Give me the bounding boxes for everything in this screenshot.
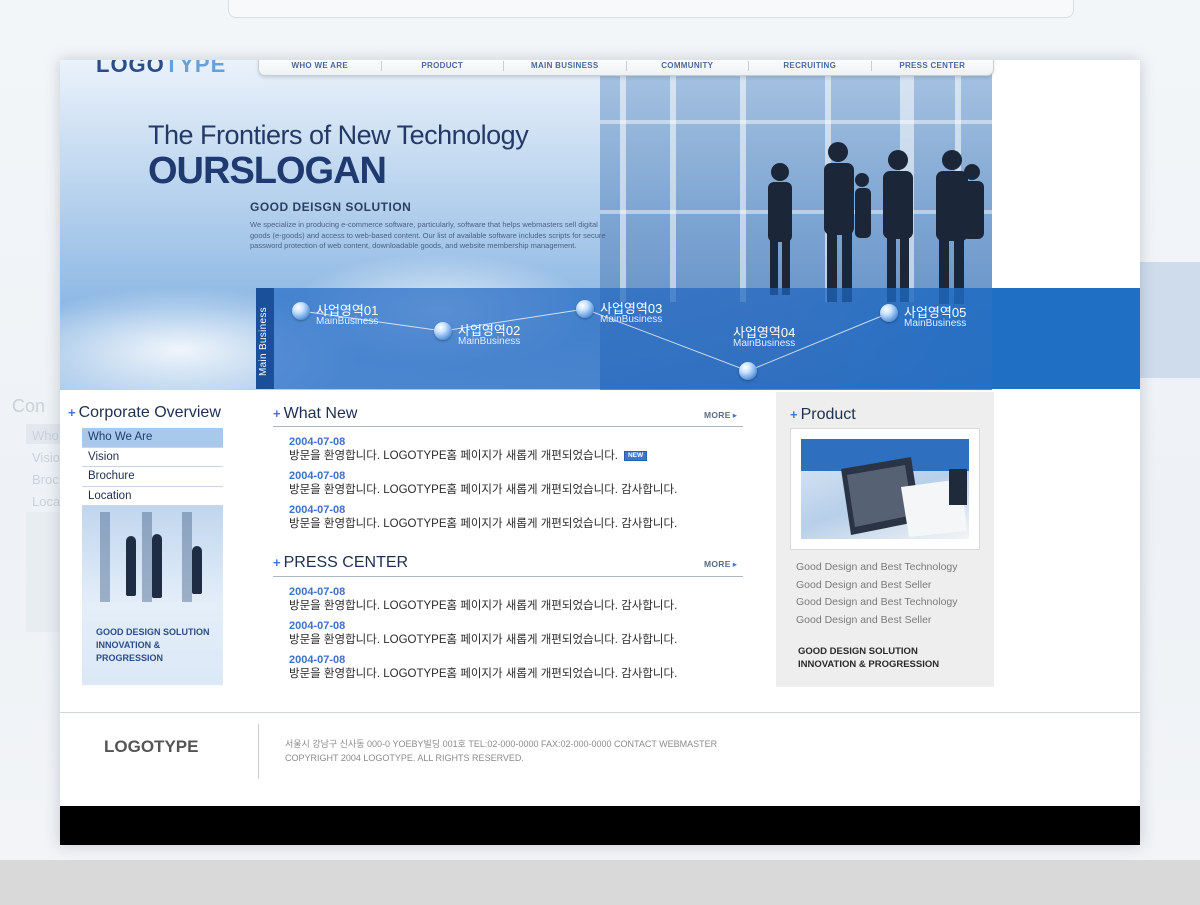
whats-new-list: 2004-07-08 방문을 환영합니다. LOGOTYPE홈 페이지가 새롭게…	[289, 436, 677, 538]
sidebar-caption: GOOD DESIGN SOLUTION INNOVATION & PROGRE…	[96, 627, 210, 663]
ghost-photo	[26, 512, 60, 632]
ghost-band	[1130, 262, 1200, 378]
list-item[interactable]: 2004-07-08 방문을 환영합니다. LOGOTYPE홈 페이지가 새롭게…	[289, 620, 677, 654]
product-links: Good Design and Best Technology Good Des…	[796, 559, 958, 629]
main-business-band: Main Business 사업영역01 MainBusiness 사업영역02…	[256, 288, 1140, 389]
hero-title: The Frontiers of New Technology	[148, 120, 529, 150]
sidebar-item-location[interactable]: Location	[82, 487, 223, 506]
footer-address: 서울시 강남구 신사동 000-0 YOEBY빌딩 001호 TEL:02-00…	[285, 739, 718, 749]
divider	[273, 576, 743, 577]
ghost-item: Who	[32, 428, 59, 443]
sidebar-title: + Corporate Overview	[68, 404, 221, 421]
ghost-item: Loca	[32, 494, 61, 509]
footer-logo: LOGOTYPE	[104, 737, 199, 756]
plus-icon: +	[790, 407, 798, 422]
footer-separator	[258, 724, 259, 779]
whats-new-more-link[interactable]: MORE ▸	[704, 410, 737, 421]
sidebar-menu: Who We Are Vision Brochure Location	[82, 428, 223, 506]
sphere-icon	[576, 300, 594, 318]
new-badge: NEW	[623, 451, 648, 461]
whats-new-heading: + What New	[273, 405, 358, 422]
ghost-item: Visio	[32, 450, 60, 465]
hero-slogan: OURSLOGAN	[148, 150, 387, 192]
sidebar-item-vision[interactable]: Vision	[82, 448, 223, 467]
nav-main-business[interactable]: MAIN BUSINESS	[504, 60, 627, 71]
top-nav: WHO WE ARE PRODUCT MAIN BUSINESS COMMUNI…	[258, 60, 994, 76]
product-link[interactable]: Good Design and Best Seller	[796, 612, 958, 630]
list-item[interactable]: 2004-07-08 방문을 환영합니다. LOGOTYPE홈 페이지가 새롭게…	[289, 654, 677, 688]
briefcase-illustration	[801, 439, 969, 537]
list-item[interactable]: 2004-07-08 방문을 환영합니다. LOGOTYPE홈 페이지가 새롭게…	[289, 586, 677, 620]
nav-product[interactable]: PRODUCT	[382, 60, 504, 71]
press-center-heading: + PRESS CENTER	[273, 554, 409, 571]
plus-icon: +	[273, 406, 281, 421]
sidebar-photo: GOOD DESIGN SOLUTION INNOVATION & PROGRE…	[82, 506, 223, 685]
nav-recruiting[interactable]: RECRUITING	[749, 60, 872, 71]
list-item[interactable]: 2004-07-08 방문을 환영합니다. LOGOTYPE홈 페이지가 새롭게…	[289, 504, 677, 538]
product-caption: GOOD DESIGN SOLUTION INNOVATION & PROGRE…	[798, 646, 940, 670]
business-connector-lines	[300, 308, 890, 372]
arrow-right-icon: ▸	[732, 410, 738, 420]
sidebar-item-who-we-are[interactable]: Who We Are	[82, 428, 223, 448]
ghost-item: Broc	[32, 472, 59, 487]
ghost-heading: Con	[12, 396, 46, 416]
product-panel: + Product Good Design and Best Technology…	[776, 392, 994, 687]
footer-divider	[60, 712, 1140, 713]
product-link[interactable]: Good Design and Best Technology	[796, 559, 958, 577]
nav-community[interactable]: COMMUNITY	[627, 60, 749, 71]
hero-description: We specialize in producing e-commerce so…	[250, 220, 606, 250]
plus-icon: +	[68, 405, 76, 420]
sidebar-item-brochure[interactable]: Brochure	[82, 467, 223, 487]
product-image[interactable]	[790, 428, 980, 550]
list-item[interactable]: 2004-07-08 방문을 환영합니다. LOGOTYPE홈 페이지가 새롭게…	[289, 470, 677, 504]
footer-info: 서울시 강남구 신사동 000-0 YOEBY빌딩 001호 TEL:02-00…	[285, 737, 717, 765]
press-center-list: 2004-07-08 방문을 환영합니다. LOGOTYPE홈 페이지가 새롭게…	[289, 586, 677, 688]
list-item[interactable]: 2004-07-08 방문을 환영합니다. LOGOTYPE홈 페이지가 새롭게…	[289, 436, 677, 470]
sphere-icon	[739, 362, 757, 380]
sphere-icon	[434, 322, 452, 340]
webpage: The Frontiers of New Technology OURSLOGA…	[60, 60, 1140, 845]
product-link[interactable]: Good Design and Best Seller	[796, 577, 958, 595]
arrow-right-icon: ▸	[732, 559, 738, 569]
plus-icon: +	[273, 555, 281, 570]
logo[interactable]: LOGOTYPE	[96, 60, 226, 78]
bottom-band	[0, 860, 1200, 905]
sphere-icon	[292, 302, 310, 320]
product-link[interactable]: Good Design and Best Technology	[796, 594, 958, 612]
divider	[273, 426, 743, 427]
sphere-icon	[880, 304, 898, 322]
ghost-nav	[228, 0, 1074, 18]
hero-subtitle: GOOD DEISGN SOLUTION	[250, 200, 412, 214]
product-heading: + Product	[790, 406, 856, 423]
footer-copyright: COPYRIGHT 2004 LOGOTYPE. ALL RIGHTS RESE…	[285, 753, 524, 763]
nav-who-we-are[interactable]: WHO WE ARE	[259, 60, 382, 71]
press-center-more-link[interactable]: MORE ▸	[704, 559, 737, 570]
footer-bar	[60, 806, 1140, 845]
nav-press-center[interactable]: PRESS CENTER	[872, 61, 994, 71]
